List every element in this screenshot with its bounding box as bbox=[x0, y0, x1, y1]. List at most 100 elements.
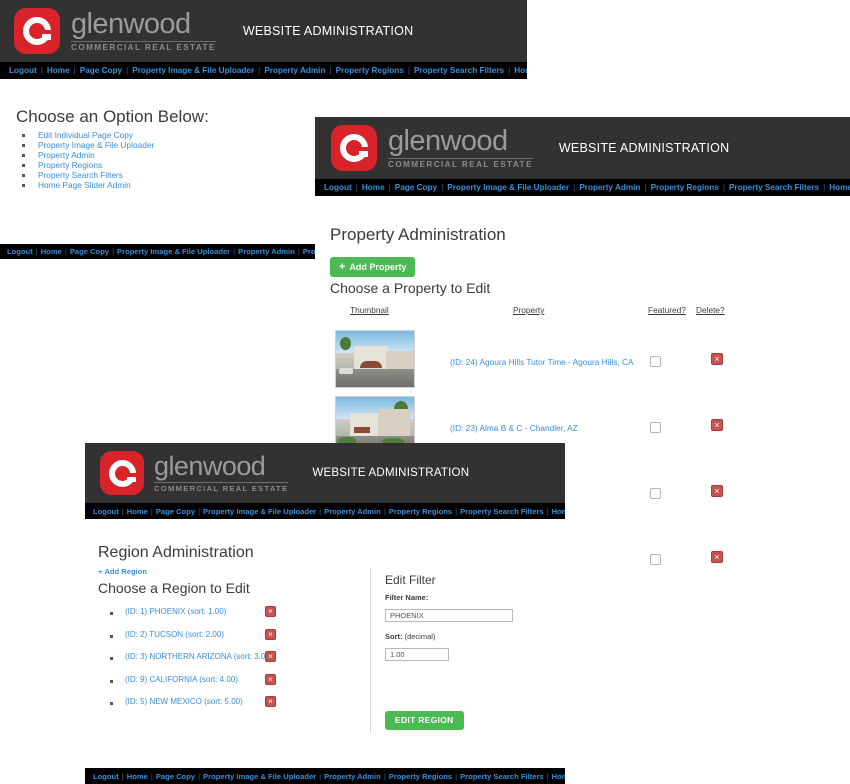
option-link-search-filters[interactable]: Property Search Filters bbox=[38, 170, 123, 180]
featured-checkbox[interactable] bbox=[650, 554, 661, 565]
delete-icon[interactable] bbox=[711, 551, 723, 563]
nav-item-search-filters[interactable]: Property Search Filters bbox=[414, 66, 504, 75]
option-item: Home Page Slider Admin bbox=[22, 180, 154, 190]
option-link-property-regions[interactable]: Property Regions bbox=[38, 160, 102, 170]
sort-note: (decimal) bbox=[404, 632, 436, 641]
delete-icon[interactable] bbox=[711, 419, 723, 431]
add-property-label: Add Property bbox=[349, 261, 407, 272]
delete-icon[interactable] bbox=[265, 673, 276, 685]
option-link-property-admin[interactable]: Property Admin bbox=[38, 150, 95, 160]
nav-item-logout[interactable]: Logout bbox=[7, 247, 33, 256]
featured-checkbox[interactable] bbox=[650, 356, 661, 367]
brand-tagline-3: COMMERCIAL REAL ESTATE bbox=[154, 484, 289, 494]
list-bullet-icon bbox=[110, 702, 113, 705]
filter-name-input[interactable] bbox=[385, 609, 513, 622]
site-header-1: glenwood COMMERCIAL REAL ESTATE WEBSITE … bbox=[0, 0, 527, 62]
nav-item-uploader[interactable]: Property Image & File Uploader bbox=[203, 772, 316, 781]
nav-item-property-regions[interactable]: Property Regions bbox=[389, 772, 452, 781]
page-title-property-admin: Property Administration bbox=[330, 225, 506, 244]
nav-item-property-admin[interactable]: Property Admin bbox=[579, 183, 640, 192]
featured-checkbox[interactable] bbox=[650, 488, 661, 499]
property-link[interactable]: (ID: 24) Agoura Hills Tutor Time - Agour… bbox=[450, 357, 634, 367]
option-link-edit-page-copy[interactable]: Edit Individual Page Copy bbox=[38, 130, 133, 140]
bottom-navbar-3[interactable]: Logout | Home | Page Copy | Property Image … bbox=[85, 768, 565, 784]
delete-icon[interactable] bbox=[265, 651, 276, 662]
region-link[interactable]: (ID: 1) PHOENIX (sort: 1.00) bbox=[125, 607, 226, 616]
option-item: Edit Individual Page Copy bbox=[22, 130, 154, 140]
nav-item-search-filters[interactable]: Property Search Filters bbox=[729, 183, 819, 192]
nav-item-slider-admin[interactable]: Home Page Slider Admin bbox=[552, 507, 565, 516]
filter-name-label: Filter Name: bbox=[385, 593, 429, 602]
top-navbar-3[interactable]: Logout | Home | Page Copy | Property Image … bbox=[85, 503, 565, 519]
delete-icon[interactable] bbox=[265, 606, 276, 617]
nav-item-property-admin[interactable]: Property Admin bbox=[238, 247, 295, 256]
nav-item-logout[interactable]: Logout bbox=[324, 183, 352, 192]
property-thumbnail[interactable] bbox=[335, 330, 415, 388]
region-link[interactable]: (ID: 5) NEW MEXICO (sort: 5.00) bbox=[125, 697, 243, 706]
nav-item-property-regions[interactable]: Property Regions bbox=[389, 507, 452, 516]
edit-filter-form: Edit Filter Filter Name: Sort: (decimal)… bbox=[385, 573, 560, 730]
option-bullet-icon bbox=[22, 154, 25, 157]
region-link[interactable]: (ID: 3) NORTHERN ARIZONA (sort: 3.00) bbox=[125, 652, 272, 661]
nav-item-property-regions[interactable]: Property Regions bbox=[336, 66, 404, 75]
region-link[interactable]: (ID: 2) TUCSON (sort: 2.00) bbox=[125, 630, 224, 639]
brand-tagline-1: COMMERCIAL REAL ESTATE bbox=[71, 42, 216, 52]
nav-item-property-admin[interactable]: Property Admin bbox=[324, 772, 381, 781]
delete-icon[interactable] bbox=[265, 696, 276, 707]
top-navbar-1[interactable]: Logout | Home | Page Copy | Property Image … bbox=[0, 62, 527, 79]
edit-region-button[interactable]: EDIT REGION bbox=[385, 710, 464, 730]
top-navbar-2[interactable]: Logout | Home | Page Copy | Property Image … bbox=[315, 179, 850, 196]
page-title-region-admin: Region Administration bbox=[98, 544, 254, 561]
site-header-2: glenwood COMMERCIAL REAL ESTATE WEBSITE … bbox=[315, 117, 850, 179]
nav-item-home[interactable]: Home bbox=[47, 66, 70, 75]
nav-item-home[interactable]: Home bbox=[127, 772, 148, 781]
option-bullet-icon bbox=[22, 144, 25, 147]
option-link-slider-admin[interactable]: Home Page Slider Admin bbox=[38, 180, 131, 190]
nav-item-page-copy[interactable]: Page Copy bbox=[156, 507, 195, 516]
nav-item-home[interactable]: Home bbox=[41, 247, 62, 256]
brand-logo-1[interactable]: glenwood COMMERCIAL REAL ESTATE bbox=[14, 8, 216, 54]
brand-logo-2[interactable]: glenwood COMMERCIAL REAL ESTATE bbox=[331, 125, 533, 171]
list-item: (ID: 2) TUCSON (sort: 2.00) bbox=[85, 626, 385, 649]
nav-item-page-copy[interactable]: Page Copy bbox=[156, 772, 195, 781]
add-region-link[interactable]: + Add Region bbox=[98, 567, 147, 576]
property-link[interactable]: (ID: 23) Alma B & C - Chandler, AZ bbox=[450, 423, 578, 433]
form-title: Edit Filter bbox=[385, 573, 436, 587]
option-item: Property Regions bbox=[22, 160, 154, 170]
nav-item-logout[interactable]: Logout bbox=[93, 507, 119, 516]
list-bullet-icon bbox=[110, 679, 113, 683]
glenwood-logo-icon bbox=[14, 8, 60, 54]
sort-input[interactable] bbox=[385, 648, 449, 661]
nav-item-logout[interactable]: Logout bbox=[93, 772, 119, 781]
nav-item-logout[interactable]: Logout bbox=[9, 66, 37, 75]
brand-name-1: glenwood bbox=[71, 7, 191, 40]
nav-item-search-filters[interactable]: Property Search Filters bbox=[460, 772, 544, 781]
nav-item-uploader[interactable]: Property Image & File Uploader bbox=[203, 507, 316, 516]
brand-logo-3[interactable]: glenwood COMMERCIAL REAL ESTATE bbox=[100, 451, 289, 495]
nav-item-page-copy[interactable]: Page Copy bbox=[395, 183, 437, 192]
option-item: Property Image & File Uploader bbox=[22, 140, 154, 150]
nav-item-property-admin[interactable]: Property Admin bbox=[264, 66, 325, 75]
nav-item-page-copy[interactable]: Page Copy bbox=[70, 247, 109, 256]
nav-item-property-admin[interactable]: Property Admin bbox=[324, 507, 381, 516]
nav-item-home[interactable]: Home bbox=[127, 507, 148, 516]
brand-wordmark-3: glenwood COMMERCIAL REAL ESTATE bbox=[154, 453, 289, 494]
nav-item-uploader[interactable]: Property Image & File Uploader bbox=[447, 183, 569, 192]
delete-icon[interactable] bbox=[265, 628, 276, 640]
nav-item-slider-admin[interactable]: Home Page Slider Admin bbox=[514, 66, 527, 75]
region-link[interactable]: (ID: 9) CALIFORNIA (sort: 4.00) bbox=[125, 675, 238, 684]
nav-item-page-copy[interactable]: Page Copy bbox=[80, 66, 122, 75]
delete-icon[interactable] bbox=[711, 353, 723, 365]
nav-item-slider-admin[interactable]: Home Page Slider Admin bbox=[552, 772, 565, 781]
nav-item-home[interactable]: Home bbox=[362, 183, 385, 192]
nav-item-uploader[interactable]: Property Image & File Uploader bbox=[132, 66, 254, 75]
glenwood-logo-icon bbox=[331, 125, 377, 171]
option-link-uploader[interactable]: Property Image & File Uploader bbox=[38, 140, 154, 150]
nav-item-property-regions[interactable]: Property Regions bbox=[651, 183, 719, 192]
nav-item-slider-admin[interactable]: Home Page Slider Admin bbox=[829, 183, 850, 192]
featured-checkbox[interactable] bbox=[650, 422, 661, 433]
nav-item-uploader[interactable]: Property Image & File Uploader bbox=[117, 247, 230, 256]
nav-item-search-filters[interactable]: Property Search Filters bbox=[460, 507, 544, 516]
add-property-button[interactable]: + Add Property bbox=[330, 257, 416, 277]
delete-icon[interactable] bbox=[711, 485, 723, 497]
